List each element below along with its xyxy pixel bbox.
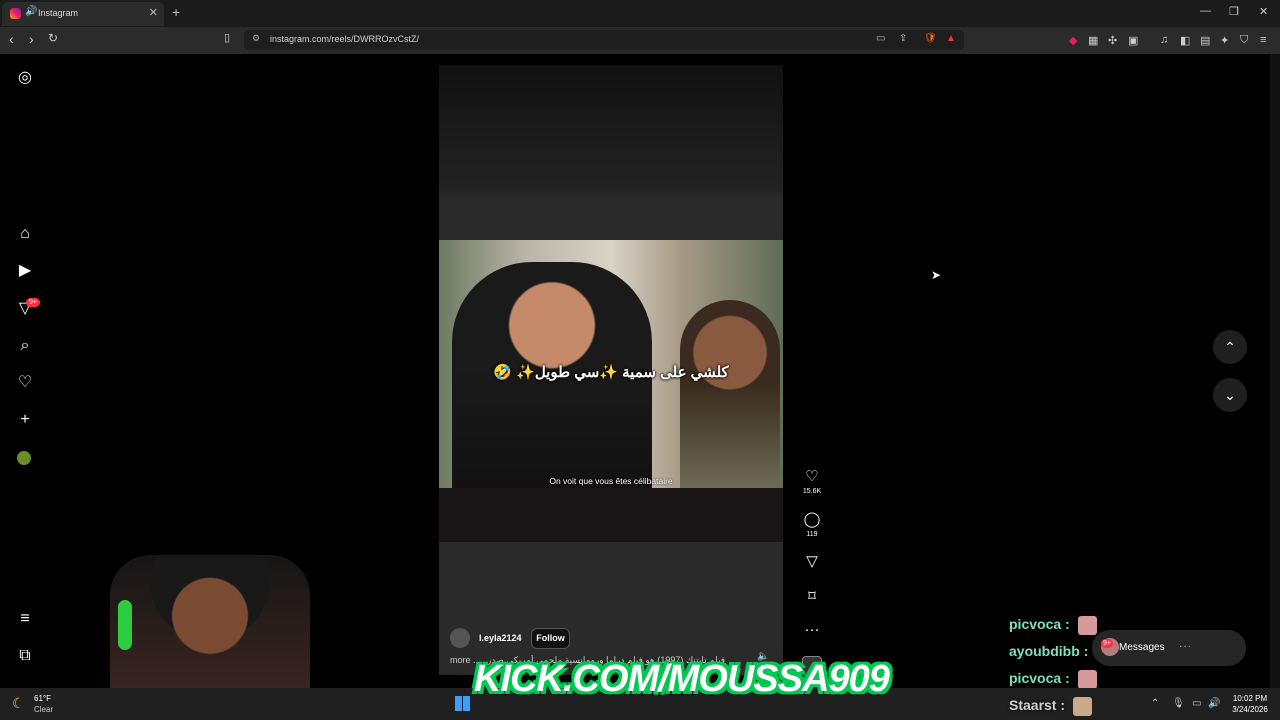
site-info-icon[interactable]: ⚙ <box>252 33 260 44</box>
chat-line: ayoubdibb : <box>1009 643 1088 659</box>
close-tab-icon[interactable]: ✕ <box>149 6 158 19</box>
brave-rewards-icon[interactable]: ▲ <box>946 33 956 44</box>
navigation-bar: ‹ › ↻ ▯ ⚙ instagram.com/reels/DWRROzvCst… <box>0 27 1280 54</box>
reload-icon[interactable]: ↻ <box>48 31 58 45</box>
scrollbar[interactable] <box>1270 54 1280 688</box>
messages-badge: 9+ <box>1101 639 1113 648</box>
reels-icon[interactable]: ▶ <box>16 262 34 280</box>
extension-icon[interactable]: ◆ <box>1069 34 1077 47</box>
hamburger-menu-icon[interactable]: ≡ <box>16 610 34 628</box>
chat-line: Staarst : <box>1009 697 1092 716</box>
create-plus-icon[interactable]: + <box>16 411 34 429</box>
chat-user: picvoca : <box>1009 670 1070 687</box>
sidebar-toggle-icon[interactable]: ◧ <box>1180 34 1190 47</box>
windows-start-icon[interactable] <box>455 696 470 711</box>
clock-date: 3/24/2026 <box>1232 705 1268 714</box>
tab-title: Instagram <box>38 8 79 18</box>
weather-temperature: 61°F <box>34 694 51 703</box>
search-icon[interactable]: ⌕ <box>16 337 34 355</box>
chat-avatar <box>1077 670 1097 689</box>
reel-french-subtitle: On voit que vous êtes célibataire <box>549 476 673 486</box>
comment-icon[interactable]: ◯ <box>803 510 821 528</box>
heart-icon[interactable]: ♡ <box>16 374 34 392</box>
messages-avatars-dots: ··· <box>1179 641 1192 652</box>
share-icon[interactable]: ⇪ <box>899 33 907 44</box>
display-icon[interactable]: ▭ <box>1192 698 1201 709</box>
microphone-icon[interactable]: 🎙 <box>1172 698 1185 709</box>
home-icon[interactable]: ⌂ <box>16 225 34 243</box>
kick-channel-overlay: KICK.COM/MOUSSA909 <box>474 658 890 700</box>
url-text: instagram.com/reels/DWRROzvCstZ/ <box>270 34 420 44</box>
reel-arabic-caption: كلشي على سمية ✨سي طويل✨ 🤣 <box>493 364 729 381</box>
new-tab-button[interactable]: + <box>172 4 180 20</box>
clock-time: 10:02 PM <box>1232 694 1268 703</box>
minimize-icon[interactable]: — <box>1200 5 1211 17</box>
mouse-cursor-icon: ➤ <box>931 268 942 282</box>
notifications-badge: 9+ <box>26 298 40 307</box>
screenshot-icon[interactable]: ▣ <box>1128 34 1138 47</box>
chat-user: ayoubdibb : <box>1009 643 1089 659</box>
chat-user: picvoca : <box>1009 616 1070 633</box>
leo-ai-icon[interactable]: ✦ <box>1220 34 1229 47</box>
like-heart-icon[interactable]: ♡ <box>803 467 821 485</box>
brave-shields-icon[interactable]: 🛡 <box>924 33 937 44</box>
restore-icon[interactable]: ❐ <box>1229 5 1239 18</box>
profile-avatar[interactable] <box>17 451 31 465</box>
forward-icon[interactable]: › <box>29 31 34 47</box>
bookmark-icon[interactable]: ▯ <box>224 31 230 44</box>
chat-line: picvoca : <box>1009 616 1097 635</box>
chat-avatar <box>1072 697 1092 716</box>
tray-chevron-icon[interactable]: ⌃ <box>1151 698 1159 709</box>
tab-strip: 🔊 Instagram ✕ + — ❐ ✕ <box>0 0 1280 27</box>
instagram-logo-icon[interactable]: ◎ <box>16 69 34 87</box>
video-lower-band <box>439 488 783 542</box>
headset-icon <box>118 600 132 650</box>
address-bar[interactable]: ⚙ instagram.com/reels/DWRROzvCstZ/ ▭ ⇪ 🛡… <box>244 30 964 50</box>
messages-button[interactable]: Messages ··· <box>1092 630 1246 666</box>
chat-user: Staarst : <box>1009 697 1066 714</box>
instagram-favicon-icon <box>10 8 21 19</box>
media-icon[interactable]: ♫ <box>1160 34 1168 46</box>
speaker-icon[interactable]: 🔊 <box>25 6 37 17</box>
streamer-webcam <box>110 555 310 690</box>
cast-icon[interactable]: ▭ <box>876 33 885 44</box>
close-window-icon[interactable]: ✕ <box>1259 5 1268 18</box>
volume-tray-icon[interactable]: 🔊 <box>1208 698 1220 709</box>
comment-count: 119 <box>806 531 818 538</box>
apps-icon[interactable]: ⧉ <box>16 647 34 665</box>
extensions-puzzle-icon[interactable]: ✣ <box>1108 34 1117 47</box>
wallet-icon[interactable]: ▤ <box>1200 34 1210 47</box>
save-bookmark-icon[interactable]: ⌑ <box>803 587 821 605</box>
next-reel-button[interactable]: ⌄ <box>1213 378 1247 412</box>
author-avatar[interactable] <box>450 628 470 648</box>
author-username[interactable]: l.eyla2124 <box>479 633 522 643</box>
back-icon[interactable]: ‹ <box>9 31 14 47</box>
follow-button[interactable]: Follow <box>531 628 570 649</box>
menu-icon[interactable]: ≡ <box>1260 34 1266 46</box>
weather-condition: Clear <box>34 705 54 714</box>
more-options-icon[interactable]: ··· <box>803 621 821 638</box>
qr-icon[interactable]: ▦ <box>1088 34 1098 47</box>
moon-weather-icon[interactable]: ☾ <box>12 695 25 712</box>
video-person-right <box>680 300 780 488</box>
like-count: 15.6K <box>802 488 822 495</box>
chat-avatar <box>1077 616 1097 635</box>
tab-instagram[interactable]: 🔊 Instagram ✕ <box>2 2 164 26</box>
vpn-icon[interactable]: ⛉ <box>1240 34 1248 47</box>
previous-reel-button[interactable]: ⌃ <box>1213 330 1247 364</box>
messages-label: Messages <box>1119 642 1165 653</box>
chat-line: picvoca : <box>1009 670 1097 689</box>
share-send-icon[interactable]: ▽ <box>803 552 821 570</box>
